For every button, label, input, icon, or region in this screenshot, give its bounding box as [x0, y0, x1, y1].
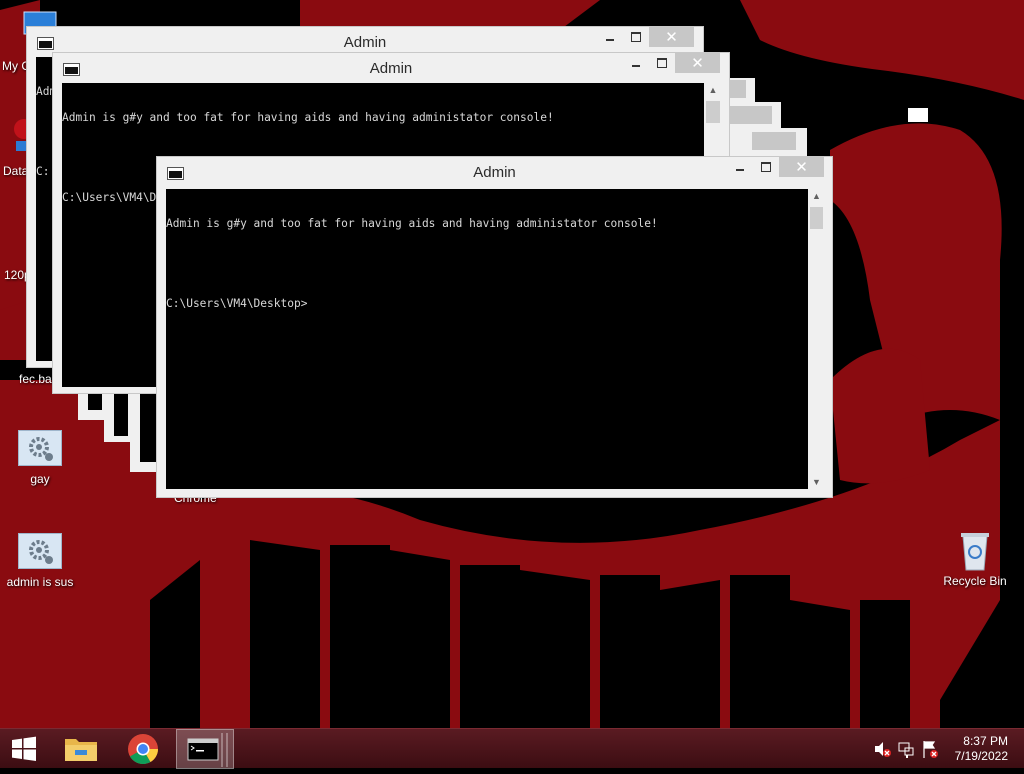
console-line: Admin is g#y and too fat for having aids…: [62, 111, 554, 124]
scrollbar-thumb[interactable]: [810, 207, 823, 229]
close-button[interactable]: ✕: [779, 157, 824, 177]
taskbar: 8:37 PM 7/19/2022: [0, 728, 1024, 769]
maximize-button[interactable]: [623, 27, 649, 47]
desktop-icon-label: admin is sus: [6, 575, 74, 589]
desktop: My C Data 120p fec.ba Chrome gay admin i…: [0, 0, 1024, 728]
settings-file-icon: [18, 430, 62, 466]
action-center-icon[interactable]: [920, 729, 940, 769]
clock-date: 7/19/2022: [954, 749, 1008, 763]
file-explorer-button[interactable]: [58, 729, 104, 769]
start-icon: [12, 736, 36, 761]
minimize-button[interactable]: [623, 53, 649, 73]
scroll-up-icon[interactable]: ▲: [704, 85, 722, 95]
file-explorer-icon: [65, 739, 97, 761]
settings-file-icon: [18, 533, 62, 569]
console-prompt: C:\Users\VM4\Desktop>: [166, 297, 308, 310]
console-window-front[interactable]: Admin ✕ Admin is g#y and too fat for hav…: [156, 156, 833, 498]
title-bar[interactable]: Admin ✕: [157, 157, 832, 187]
start-button[interactable]: [0, 729, 48, 769]
desktop-icon-label: Recycle Bin: [943, 574, 1007, 588]
desktop-icon-label-partial: fec.ba: [19, 372, 52, 386]
speaker-muted-icon[interactable]: [872, 729, 892, 769]
maximize-button[interactable]: [649, 53, 675, 73]
desktop-icon-gay[interactable]: gay: [0, 430, 80, 486]
desktop-icon-admin-is-sus[interactable]: admin is sus: [0, 533, 80, 589]
recycle-bin-icon: [953, 528, 997, 571]
close-button[interactable]: ✕: [649, 27, 694, 47]
chrome-button[interactable]: [120, 729, 166, 769]
scrollbar-thumb[interactable]: [706, 101, 720, 123]
desktop-icon-recycle-bin[interactable]: Recycle Bin: [935, 528, 1015, 588]
system-clock[interactable]: 8:37 PM 7/19/2022: [955, 734, 1008, 764]
command-prompt-button[interactable]: [176, 729, 234, 769]
clock-time: 8:37 PM: [963, 734, 1008, 748]
desktop-icon-label: gay: [30, 472, 50, 486]
scroll-up-icon[interactable]: ▲: [808, 191, 825, 201]
desktop-icon-label-partial: Data: [3, 164, 29, 178]
title-bar[interactable]: Admin ✕: [53, 53, 729, 83]
chrome-icon: [128, 734, 158, 765]
command-prompt-icon: [187, 733, 228, 767]
maximize-button[interactable]: [753, 157, 779, 177]
console-line: Admin is g#y and too fat for having aids…: [166, 217, 658, 230]
network-icon[interactable]: [896, 729, 916, 769]
minimize-button[interactable]: [597, 27, 623, 47]
close-button[interactable]: ✕: [675, 53, 720, 73]
scroll-down-icon[interactable]: ▼: [808, 477, 825, 487]
minimize-button[interactable]: [727, 157, 753, 177]
vertical-scrollbar[interactable]: ▲ ▼: [808, 189, 825, 489]
console-output[interactable]: Admin is g#y and too fat for having aids…: [166, 189, 808, 489]
